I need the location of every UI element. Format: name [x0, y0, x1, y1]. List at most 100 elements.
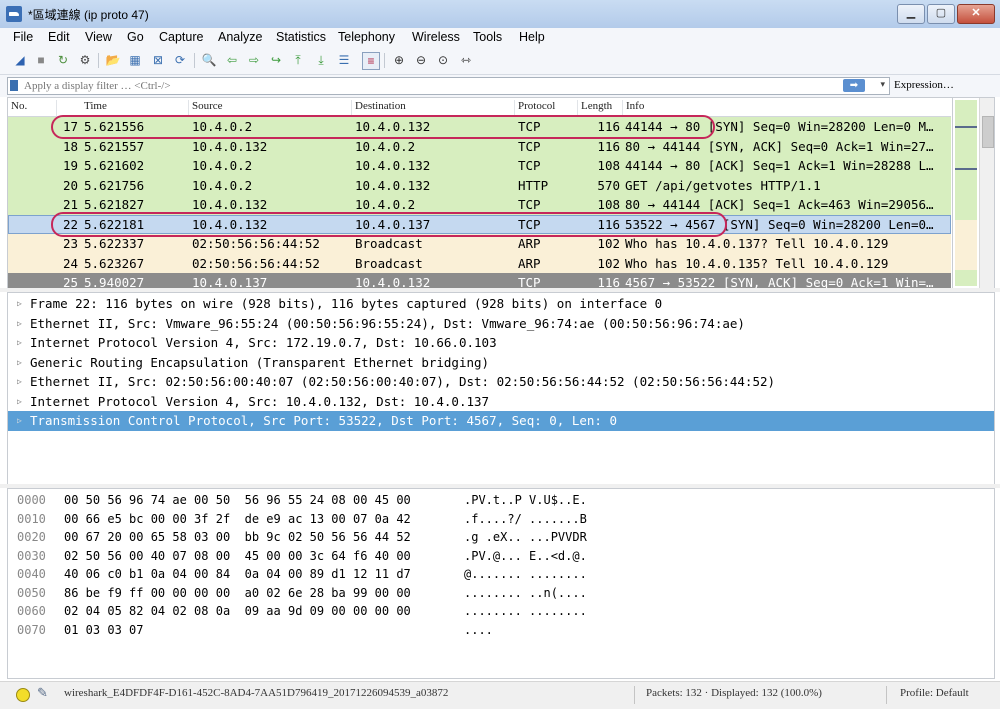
filter-bar: ➡ ▾ Expression… [0, 75, 1000, 97]
go-to-packet-icon[interactable]: ↪ [268, 52, 284, 68]
zoom-out-icon[interactable]: ⊖ [413, 52, 429, 68]
column-no[interactable]: No. [11, 100, 27, 112]
display-filter-input[interactable] [24, 78, 844, 94]
packet-row[interactable]: 18 5.621557 10.4.0.132 10.4.0.2 TCP 116 80 → 4… [8, 136, 951, 156]
minimize-button[interactable]: ▁ [897, 4, 925, 24]
packet-minimap[interactable] [952, 98, 979, 288]
packet-cell-src: 10.4.0.137 [192, 275, 268, 289]
packet-cell-proto: TCP [518, 275, 541, 289]
packet-cell-no: 18 [62, 138, 78, 154]
expression-button[interactable]: Expression… [894, 79, 954, 91]
expand-arrow-icon[interactable]: ▷ [17, 411, 22, 431]
column-destination[interactable]: Destination [355, 100, 406, 112]
title-bar: *區域連線 (ip proto 47) ▁ ▢ ✕ [0, 0, 1000, 29]
menu-statistics[interactable]: Statistics [276, 30, 326, 44]
find-icon[interactable]: 🔍 [201, 52, 217, 68]
hex-row[interactable]: 0020 00 67 20 00 65 58 03 00 bb 9c 02 50 … [8, 528, 994, 547]
capture-options-icon[interactable]: ⚙ [77, 52, 93, 68]
go-last-icon[interactable]: ⤓ [313, 52, 329, 68]
packet-cell-no: 25 [62, 275, 78, 289]
menu-tools[interactable]: Tools [473, 30, 502, 44]
capture-comment-edit-icon[interactable]: ✎ [37, 685, 48, 701]
hex-row[interactable]: 0070 01 03 03 07.... [8, 621, 994, 640]
maximize-button[interactable]: ▢ [927, 4, 955, 24]
expand-arrow-icon[interactable]: ▷ [17, 353, 22, 373]
hex-row[interactable]: 0010 00 66 e5 bc 00 00 3f 2f de e9 ac 13 … [8, 510, 994, 529]
hex-offset: 0020 [17, 530, 46, 544]
expand-arrow-icon[interactable]: ▷ [17, 294, 22, 314]
hex-ascii: .g .eX.. ...PVVDR [464, 530, 587, 544]
packet-list-scrollbar[interactable] [979, 98, 994, 288]
packet-cell-info: 80 → 44144 [SYN, ACK] Seq=0 Ack=1 Win=27… [625, 138, 934, 154]
hex-row[interactable]: 0040 40 06 c0 b1 0a 04 00 84 0a 04 00 89 … [8, 565, 994, 584]
packet-cell-info: GET /api/getvotes HTTP/1.1 [625, 177, 821, 193]
hex-row[interactable]: 0030 02 50 56 00 40 07 08 00 45 00 00 3c … [8, 547, 994, 566]
capture-file-name: wireshark_E4DFDF4F-D161-452C-8AD4-7AA51D… [64, 687, 449, 699]
colorize-icon[interactable]: ≡ [362, 52, 380, 70]
detail-tree-item[interactable]: ▷ Transmission Control Protocol, Src Port… [8, 411, 994, 431]
expand-arrow-icon[interactable]: ▷ [17, 372, 22, 392]
packet-bytes-pane: 0000 00 50 56 96 74 ae 00 50 56 96 55 24 … [7, 488, 995, 679]
hex-row[interactable]: 0060 02 04 05 82 04 02 08 0a 09 aa 9d 09 … [8, 602, 994, 621]
autoscroll-icon[interactable]: ☰ [336, 52, 352, 68]
open-file-icon[interactable]: 📂 [105, 52, 121, 68]
detail-tree-item[interactable]: ▷ Ethernet II, Src: 02:50:56:00:40:07 (02… [8, 372, 994, 392]
column-info[interactable]: Info [626, 100, 644, 112]
column-time[interactable]: Time [84, 100, 107, 112]
resize-columns-icon[interactable]: ⇿ [458, 52, 474, 68]
detail-tree-item[interactable]: ▷ Frame 22: 116 bytes on wire (928 bits),… [8, 294, 994, 314]
expand-arrow-icon[interactable]: ▷ [17, 333, 22, 353]
menu-analyze[interactable]: Analyze [218, 30, 262, 44]
hex-bytes: 02 50 56 00 40 07 08 00 45 00 00 3c 64 f… [64, 548, 411, 563]
menu-edit[interactable]: Edit [48, 30, 70, 44]
expand-arrow-icon[interactable]: ▷ [17, 392, 22, 412]
detail-tree-item[interactable]: ▷ Internet Protocol Version 4, Src: 10.4.… [8, 392, 994, 412]
shark-fin-start-icon[interactable]: ◢ [12, 52, 28, 68]
zoom-normal-icon[interactable]: ⊙ [435, 52, 451, 68]
zoom-in-icon[interactable]: ⊕ [391, 52, 407, 68]
restart-icon[interactable]: ↻ [55, 52, 71, 68]
menu-view[interactable]: View [85, 30, 112, 44]
packet-cell-time: 5.621557 [84, 138, 145, 154]
bookmark-icon[interactable] [10, 80, 18, 91]
detail-tree-item[interactable]: ▷ Internet Protocol Version 4, Src: 172.1… [8, 333, 994, 353]
menu-help[interactable]: Help [519, 30, 545, 44]
go-back-icon[interactable]: ⇦ [224, 52, 240, 68]
menu-wireless[interactable]: Wireless [412, 30, 460, 44]
packet-row[interactable]: 24 5.623267 02:50:56:56:44:52 Broadcast ARP 1… [8, 253, 951, 273]
hex-bytes: 86 be f9 ff 00 00 00 00 a0 02 6e 28 ba 9… [64, 585, 411, 600]
save-file-icon[interactable]: ▦ [127, 52, 143, 68]
hex-row[interactable]: 0000 00 50 56 96 74 ae 00 50 56 96 55 24 … [8, 491, 994, 510]
stop-icon[interactable]: ■ [33, 52, 49, 68]
column-source[interactable]: Source [192, 100, 223, 112]
detail-tree-item[interactable]: ▷ Generic Routing Encapsulation (Transpar… [8, 353, 994, 373]
go-first-icon[interactable]: ⤒ [290, 52, 306, 68]
detail-tree-item[interactable]: ▷ Ethernet II, Src: Vmware_96:55:24 (00:5… [8, 314, 994, 334]
scrollbar-thumb[interactable] [982, 116, 994, 148]
filter-history-dropdown-icon[interactable]: ▾ [880, 79, 885, 90]
profile-status[interactable]: Profile: Default [900, 687, 969, 699]
packet-row[interactable]: 20 5.621756 10.4.0.2 10.4.0.132 HTTP 570 GET /… [8, 175, 951, 195]
column-length[interactable]: Length [581, 100, 612, 112]
packet-row[interactable]: 19 5.621602 10.4.0.2 10.4.0.132 TCP 108 44144 … [8, 156, 951, 176]
column-protocol[interactable]: Protocol [518, 100, 555, 112]
go-forward-icon[interactable]: ⇨ [246, 52, 262, 68]
packet-cell-len: 102 [597, 255, 620, 271]
apply-filter-arrow-icon[interactable]: ➡ [843, 79, 865, 92]
reload-icon[interactable]: ⟳ [172, 52, 188, 68]
packet-cell-time: 5.940027 [84, 275, 145, 289]
menu-go[interactable]: Go [127, 30, 144, 44]
menu-telephony[interactable]: Telephony [338, 30, 395, 44]
hex-ascii: .f....?/ .......B [464, 511, 587, 526]
detail-tree-label: Ethernet II, Src: Vmware_96:55:24 (00:50… [30, 315, 745, 331]
hex-row[interactable]: 0050 86 be f9 ff 00 00 00 00 a0 02 6e 28 … [8, 584, 994, 603]
annotation-circle-syn-1 [51, 115, 715, 139]
expert-info-led-icon[interactable] [16, 688, 30, 702]
packet-row[interactable]: 25 5.940027 10.4.0.137 10.4.0.132 TCP 116 4567… [8, 273, 951, 289]
close-file-icon[interactable]: ⊠ [150, 52, 166, 68]
close-button[interactable]: ✕ [957, 4, 995, 24]
toolbar-separator [384, 53, 385, 68]
expand-arrow-icon[interactable]: ▷ [17, 314, 22, 334]
menu-file[interactable]: File [13, 30, 33, 44]
menu-capture[interactable]: Capture [159, 30, 203, 44]
